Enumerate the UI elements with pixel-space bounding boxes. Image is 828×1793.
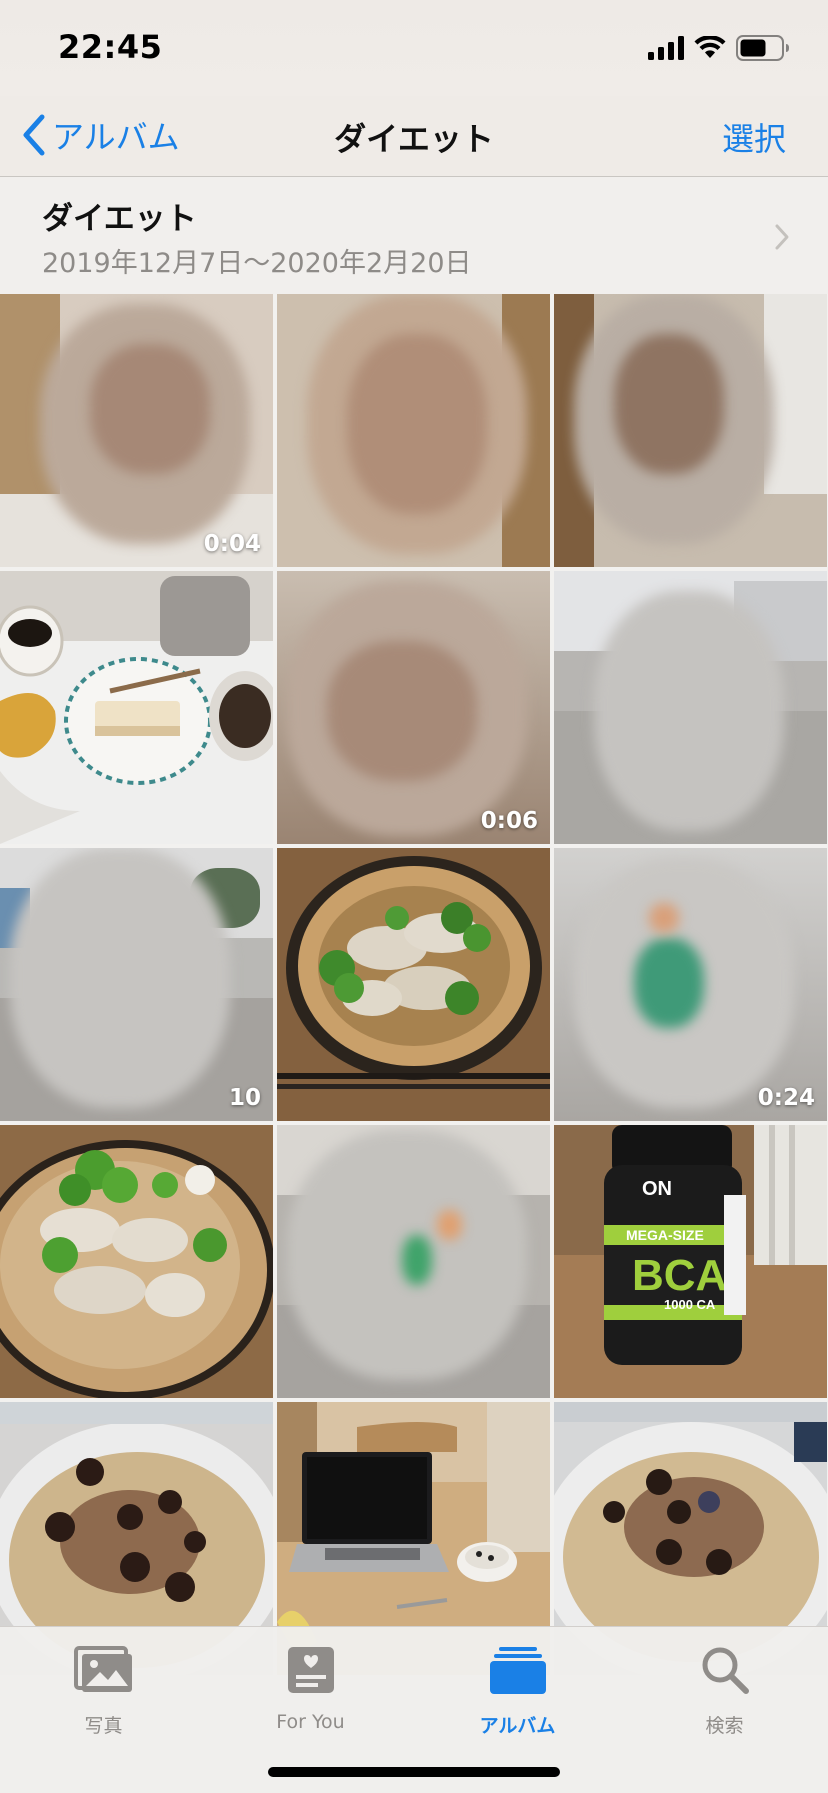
photo-thumbnail[interactable] [0, 1125, 273, 1398]
signal-icon [648, 36, 684, 64]
photo-thumbnail[interactable]: 0:04 [0, 294, 273, 567]
photo-thumbnail[interactable] [554, 294, 827, 567]
tab-albums[interactable]: アルバム [414, 1639, 621, 1738]
photo-thumbnail[interactable]: 10 [0, 848, 273, 1121]
tab-label: 検索 [705, 1715, 744, 1737]
home-indicator[interactable] [268, 1767, 560, 1777]
photo-thumbnail[interactable]: 0:06 [277, 571, 550, 844]
select-button[interactable]: 選択 [722, 114, 786, 160]
video-duration: 0:04 [203, 531, 261, 557]
tab-bar: 写真 For You アルバム 検索 [0, 1626, 828, 1793]
photo-thumbnail[interactable]: MEGA-SIZE ON BCA 1000 CA [554, 1125, 827, 1398]
chevron-right-icon [774, 223, 790, 255]
photo-thumbnail[interactable] [277, 294, 550, 567]
albums-icon [414, 1639, 621, 1701]
search-icon [621, 1639, 828, 1701]
wifi-icon [694, 35, 726, 64]
status-bar: 22:45 [0, 0, 828, 96]
album-header[interactable]: ダイエット 2019年12月7日〜2020年2月20日 [0, 177, 828, 294]
video-duration: 0:06 [480, 808, 538, 834]
svg-text:1000 CA: 1000 CA [664, 1297, 716, 1312]
tab-label: 写真 [84, 1715, 123, 1737]
video-duration: 10 [228, 1085, 261, 1111]
for-you-icon [207, 1639, 414, 1701]
tab-label: For You [276, 1711, 345, 1733]
navigation-bar: アルバム ダイエット 選択 [0, 96, 828, 177]
album-name: ダイエット [42, 201, 197, 237]
svg-text:ON: ON [642, 1178, 672, 1200]
status-time: 22:45 [58, 28, 163, 66]
photo-thumbnail[interactable]: 0:24 [554, 848, 827, 1121]
svg-text:BCA: BCA [632, 1251, 727, 1300]
photo-thumbnail[interactable] [277, 848, 550, 1121]
photo-grid: 0:04 0:06 10 0:24 MEGA-SIZE ON BCA 1000 … [0, 294, 828, 1675]
photo-thumbnail[interactable] [0, 571, 273, 844]
battery-icon [736, 35, 790, 65]
tab-for-you[interactable]: For You [207, 1639, 414, 1733]
tab-label: アルバム [479, 1715, 556, 1737]
photo-thumbnail[interactable] [554, 571, 827, 844]
album-date-range: 2019年12月7日〜2020年2月20日 [42, 248, 472, 279]
svg-text:MEGA-SIZE: MEGA-SIZE [626, 1227, 704, 1243]
video-duration: 0:24 [757, 1085, 815, 1111]
nav-title: ダイエット [334, 120, 494, 158]
photos-icon [0, 1639, 207, 1701]
photo-thumbnail[interactable] [277, 1125, 550, 1398]
tab-search[interactable]: 検索 [621, 1639, 828, 1738]
tab-photos[interactable]: 写真 [0, 1639, 207, 1738]
status-icons [648, 35, 790, 65]
